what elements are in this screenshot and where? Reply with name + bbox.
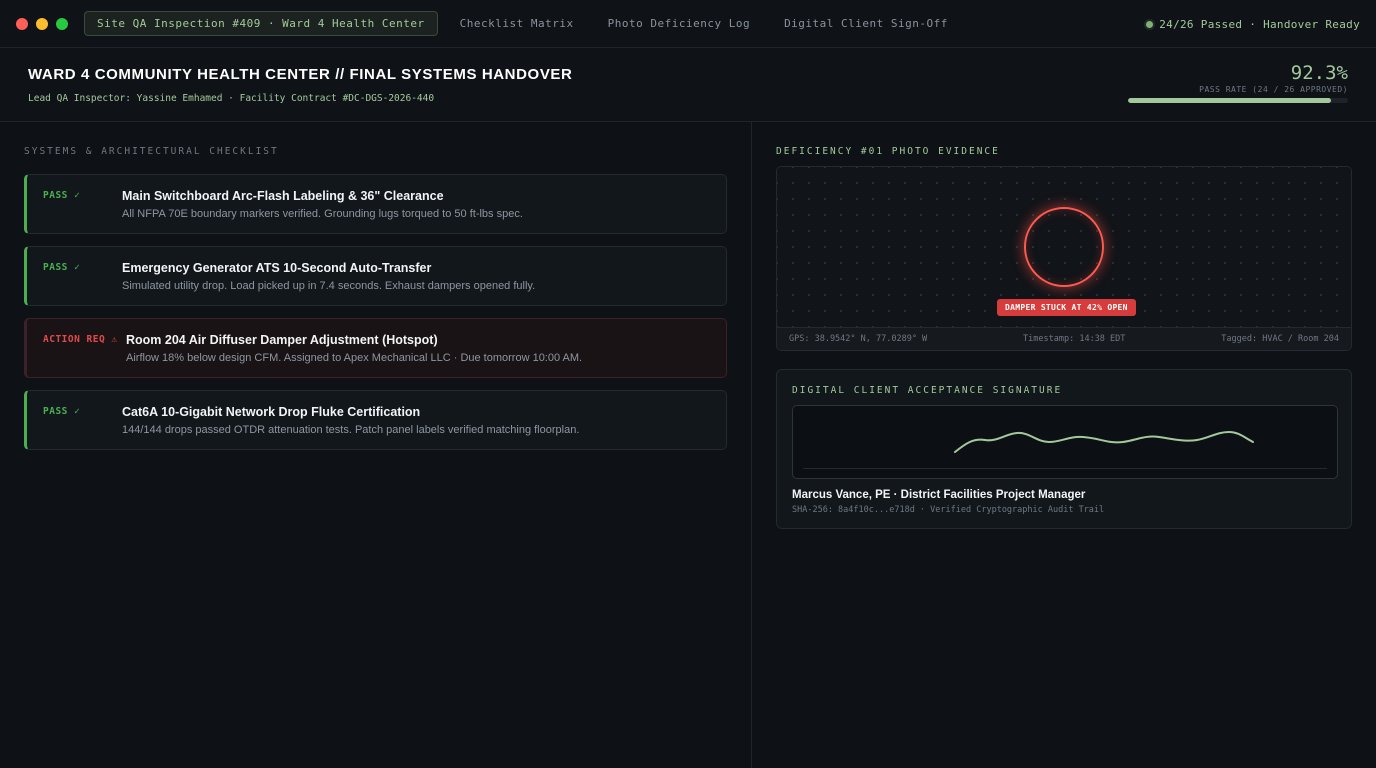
maximize-window-button[interactable] bbox=[56, 17, 68, 30]
window-controls bbox=[16, 17, 68, 30]
signature-baseline bbox=[803, 468, 1327, 469]
checklist-item-damper[interactable]: ACTION REQ ⚠ Room 204 Air Diffuser Dampe… bbox=[24, 318, 727, 378]
photo-timestamp: Timestamp: 14:38 EDT bbox=[1023, 334, 1126, 344]
checklist-section-title: SYSTEMS & ARCHITECTURAL CHECKLIST bbox=[24, 146, 279, 157]
checklist-item-description: 144/144 drops passed OTDR attenuation te… bbox=[122, 424, 580, 436]
checklist-item-network[interactable]: PASS ✓ Cat6A 10-Gigabit Network Drop Flu… bbox=[24, 390, 727, 450]
checklist-item-description: Simulated utility drop. Load picked up i… bbox=[122, 280, 536, 292]
checklist-item-title: Emergency Generator ATS 10-Second Auto-T… bbox=[122, 261, 432, 275]
pass-rate-label: PASS RATE (24 / 26 APPROVED) bbox=[1199, 85, 1348, 94]
deficiency-badge: DAMPER STUCK AT 42% OPEN bbox=[997, 299, 1136, 316]
pass-status-tag: PASS ✓ bbox=[43, 190, 81, 201]
handover-status-text: 24/26 Passed · Handover Ready bbox=[1159, 17, 1360, 31]
tab-site-qa-inspection[interactable]: Site QA Inspection #409 · Ward 4 Health … bbox=[84, 11, 438, 36]
photo-gps: GPS: 38.9542° N, 77.0289° W bbox=[789, 334, 928, 344]
checklist-item-title: Main Switchboard Arc-Flash Labeling & 36… bbox=[122, 189, 444, 203]
checklist-item-description: All NFPA 70E boundary markers verified. … bbox=[122, 208, 523, 220]
column-divider bbox=[751, 122, 752, 768]
window-titlebar: Site QA Inspection #409 · Ward 4 Health … bbox=[0, 0, 1376, 48]
checklist-item-description: Airflow 18% below design CFM. Assigned t… bbox=[126, 352, 583, 364]
photo-evidence-title: DEFICIENCY #01 PHOTO EVIDENCE bbox=[776, 146, 1000, 157]
page-title: WARD 4 COMMUNITY HEALTH CENTER // FINAL … bbox=[28, 66, 573, 83]
deficiency-photo[interactable]: DAMPER STUCK AT 42% OPEN bbox=[777, 167, 1351, 327]
pass-rate-progress-bar bbox=[1128, 98, 1348, 103]
photo-evidence-panel[interactable]: DAMPER STUCK AT 42% OPEN GPS: 38.9542° N… bbox=[776, 166, 1352, 351]
status-dot-icon bbox=[1146, 20, 1154, 28]
pass-rate-value: 92.3% bbox=[1290, 62, 1348, 84]
minimize-window-button[interactable] bbox=[36, 17, 48, 30]
pass-status-tag: PASS ✓ bbox=[43, 262, 81, 273]
checklist: PASS ✓ Main Switchboard Arc-Flash Labeli… bbox=[24, 174, 727, 462]
checklist-item-title: Cat6A 10-Gigabit Network Drop Fluke Cert… bbox=[122, 405, 421, 419]
signatory-name: Marcus Vance, PE · District Facilities P… bbox=[792, 489, 1086, 501]
tab-checklist-matrix[interactable]: Checklist Matrix bbox=[448, 11, 586, 36]
photo-tagged: Tagged: HVAC / Room 204 bbox=[1221, 334, 1339, 344]
checklist-item-generator[interactable]: PASS ✓ Emergency Generator ATS 10-Second… bbox=[24, 246, 727, 306]
pass-status-tag: PASS ✓ bbox=[43, 406, 81, 417]
signature-pad[interactable] bbox=[792, 405, 1338, 479]
signature-hash: SHA-256: 8a4f10c...e718d · Verified Cryp… bbox=[792, 505, 1105, 515]
signature-section-title: DIGITAL CLIENT ACCEPTANCE SIGNATURE bbox=[792, 385, 1063, 396]
action-required-status-tag: ACTION REQ ⚠ bbox=[43, 334, 118, 345]
signature-panel: DIGITAL CLIENT ACCEPTANCE SIGNATURE Marc… bbox=[776, 369, 1352, 529]
page-header: WARD 4 COMMUNITY HEALTH CENTER // FINAL … bbox=[0, 48, 1376, 122]
checklist-item-title: Room 204 Air Diffuser Damper Adjustment … bbox=[126, 333, 438, 347]
hotspot-marker[interactable] bbox=[1024, 207, 1104, 287]
pass-rate-widget: 92.3% PASS RATE (24 / 26 APPROVED) bbox=[1128, 62, 1348, 103]
close-window-button[interactable] bbox=[16, 17, 28, 30]
photo-metadata-bar: GPS: 38.9542° N, 77.0289° W Timestamp: 1… bbox=[777, 327, 1351, 350]
tab-digital-client-sign-off[interactable]: Digital Client Sign-Off bbox=[772, 11, 960, 36]
pass-rate-progress-fill bbox=[1128, 98, 1332, 103]
handover-status: 24/26 Passed · Handover Ready bbox=[1146, 0, 1360, 48]
checklist-item-switchboard[interactable]: PASS ✓ Main Switchboard Arc-Flash Labeli… bbox=[24, 174, 727, 234]
page-subtitle: Lead QA Inspector: Yassine Emhamed · Fac… bbox=[28, 93, 435, 104]
tab-photo-deficiency-log[interactable]: Photo Deficiency Log bbox=[596, 11, 762, 36]
